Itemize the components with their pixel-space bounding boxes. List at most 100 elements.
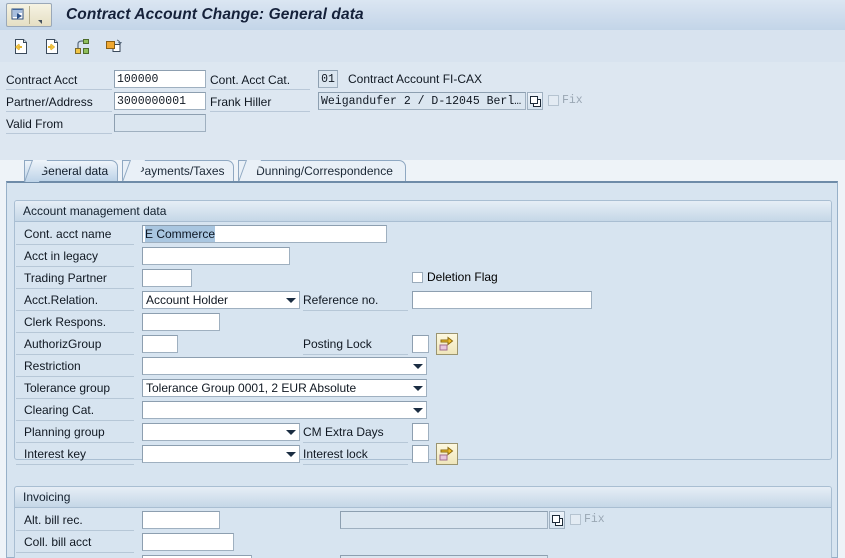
clearing-cat-label: Clearing Cat. [16, 399, 134, 421]
acct-relation-dropdown[interactable]: Account Holder [142, 291, 300, 309]
invoicing-group-title: Invoicing [15, 487, 831, 508]
interest-lock-label: Interest lock [303, 443, 408, 465]
deletion-flag-checkbox[interactable] [412, 272, 423, 283]
tab-dunning-correspondence[interactable]: Dunning/Correspondence [238, 160, 406, 182]
row-coll-bill-acct: Coll. bill acct [16, 531, 831, 553]
address-input[interactable] [318, 92, 526, 110]
clearing-cat-dropdown[interactable] [142, 401, 427, 419]
alt-bill-rec-input[interactable] [142, 511, 220, 529]
sap-menu-icon [7, 5, 29, 25]
page-title: Contract Account Change: General data [66, 6, 364, 23]
tab-general-data[interactable]: General data [24, 160, 118, 182]
hierarchy-icon[interactable] [70, 34, 94, 58]
row-acct-in-legacy: Acct in legacy [16, 245, 832, 267]
acct-in-legacy-input[interactable] [142, 247, 290, 265]
acct-cat-text: Contract Account FI-CAX [348, 72, 483, 86]
overlap-copy-icon[interactable] [527, 92, 543, 110]
account-management-group-title: Account management data [15, 201, 831, 222]
alt-bill-rec-text-input[interactable] [340, 511, 548, 529]
partner-label-cell: Partner/Address [6, 92, 112, 112]
application-toolbar [0, 30, 845, 63]
chevron-down-icon[interactable] [30, 4, 50, 27]
system-menu-button[interactable] [6, 3, 52, 27]
interest-key-dropdown[interactable] [142, 445, 300, 463]
acct-cat-input[interactable] [318, 70, 338, 88]
overlap-copy-icon[interactable] [549, 511, 565, 529]
planning-group-dropdown[interactable] [142, 423, 300, 441]
cont-acct-name-value: E Commerce [145, 226, 216, 242]
clerk-respons-label: Clerk Respons. [16, 311, 134, 333]
chevron-down-icon [286, 298, 296, 303]
tab-strip: General data Payments/Taxes Dunning/Corr… [0, 160, 845, 182]
interest-key-label: Interest key [16, 443, 134, 465]
authoriz-group-label: AuthorizGroup [16, 333, 134, 355]
row-clerk-respons: Clerk Respons. [16, 311, 832, 333]
posting-lock-detail-button[interactable] [436, 333, 458, 355]
yellow-arrow-icon [439, 336, 454, 351]
contract-acct-label-underline [6, 70, 112, 90]
posting-lock-label: Posting Lock [303, 333, 408, 355]
tab-payments-taxes[interactable]: Payments/Taxes [122, 160, 234, 182]
clerk-respons-input[interactable] [142, 313, 220, 331]
partner-name: Frank Hiller [210, 94, 272, 109]
partial-row-label [16, 553, 134, 558]
chevron-down-icon [286, 430, 296, 435]
alt-bill-rec-fix-label: Fix [584, 513, 605, 526]
trading-partner-input[interactable] [142, 269, 192, 287]
tab-dunning-correspondence-label: Dunning/Correspondence [256, 164, 393, 178]
partner-input[interactable] [114, 92, 206, 110]
tab-general-data-label: General data [38, 164, 109, 178]
valid-from-label-cell: Valid From [6, 114, 112, 134]
acct-in-legacy-label: Acct in legacy [16, 245, 134, 267]
tolerance-group-value: Tolerance Group 0001, 2 EUR Absolute [146, 381, 357, 395]
title-bar: Contract Account Change: General data [0, 0, 845, 31]
deletion-flag-label: Deletion Flag [427, 270, 498, 284]
partner-name-cell: Frank Hiller [210, 92, 310, 112]
planning-group-label: Planning group [16, 421, 134, 443]
copy-object-icon[interactable] [101, 34, 125, 58]
cm-extra-days-input[interactable] [412, 423, 429, 441]
contract-acct-input[interactable] [114, 70, 206, 88]
account-management-group: Account management data Cont. acct name … [14, 200, 832, 465]
cont-acct-name-input[interactable]: E Commerce [142, 225, 387, 243]
acct-relation-value: Account Holder [146, 293, 229, 307]
tolerance-group-dropdown[interactable]: Tolerance Group 0001, 2 EUR Absolute [142, 379, 427, 397]
acct-cat-label: Cont. Acct Cat. [210, 72, 291, 87]
acct-relation-label: Acct.Relation. [16, 289, 134, 311]
tab-payments-taxes-label: Payments/Taxes [136, 164, 225, 178]
invoicing-title-text: Invoicing [23, 490, 71, 504]
sap-gui-window: Contract Account Change: General data Co… [0, 0, 845, 558]
alt-bill-rec-label: Alt. bill rec. [16, 509, 134, 531]
cm-extra-days-label: CM Extra Days [303, 421, 408, 443]
account-management-title-text: Account management data [23, 204, 167, 218]
acct-cat-label-cell: Cont. Acct Cat. [210, 70, 310, 90]
restriction-dropdown[interactable] [142, 357, 427, 375]
back-document-icon[interactable] [8, 34, 32, 58]
reference-no-label: Reference no. [303, 289, 408, 311]
chevron-down-icon [286, 452, 296, 457]
chevron-down-icon [413, 386, 423, 391]
address-fix-checkbox[interactable] [548, 95, 559, 106]
row-trading-partner: Trading Partner [16, 267, 832, 289]
tolerance-group-label: Tolerance group [16, 377, 134, 399]
interest-lock-input[interactable] [412, 445, 429, 463]
forward-document-icon[interactable] [39, 34, 63, 58]
address-fix-label: Fix [562, 94, 583, 107]
trading-partner-label: Trading Partner [16, 267, 134, 289]
coll-bill-acct-input[interactable] [142, 533, 234, 551]
valid-from-input[interactable] [114, 114, 206, 132]
header-fields: Contract Acct Cont. Acct Cat. Contract A… [0, 62, 845, 160]
row-cont-acct-name: Cont. acct name [16, 223, 832, 245]
alt-bill-rec-fix-checkbox[interactable] [570, 514, 581, 525]
invoicing-group: Invoicing Alt. bill rec. Fix Coll. bill … [14, 486, 832, 558]
general-data-panel: Account management data Cont. acct name … [6, 181, 838, 558]
chevron-down-icon [413, 408, 423, 413]
reference-no-input[interactable] [412, 291, 592, 309]
restriction-label: Restriction [16, 355, 134, 377]
authoriz-group-input[interactable] [142, 335, 178, 353]
partner-label: Partner/Address [6, 94, 93, 109]
posting-lock-input[interactable] [412, 335, 429, 353]
cont-acct-name-label: Cont. acct name [16, 223, 134, 245]
interest-lock-detail-button[interactable] [436, 443, 458, 465]
coll-bill-acct-label: Coll. bill acct [16, 531, 134, 553]
